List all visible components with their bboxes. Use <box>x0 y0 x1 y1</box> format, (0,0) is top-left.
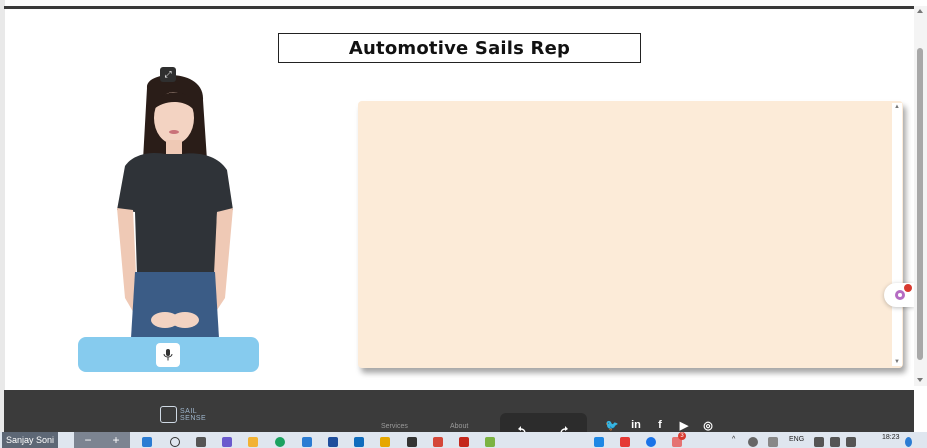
battery-icon[interactable] <box>846 437 856 447</box>
scroll-up-arrow-icon[interactable] <box>917 9 923 13</box>
microphone-icon <box>163 349 173 361</box>
tray-mic-icon[interactable] <box>768 437 778 447</box>
chat-panel[interactable] <box>358 101 903 368</box>
zoom-controls: − + <box>74 432 130 448</box>
app-icon-9[interactable]: 3 <box>672 432 686 447</box>
avatar-icon <box>117 75 233 338</box>
instagram-icon[interactable]: ◎ <box>701 418 715 432</box>
scroll-thumb[interactable] <box>917 48 923 360</box>
app-icon-4[interactable] <box>380 437 390 447</box>
network-icon[interactable] <box>814 437 824 447</box>
page-scrollbar[interactable] <box>914 6 927 386</box>
app-icon-7[interactable] <box>594 437 604 447</box>
file-explorer-icon[interactable] <box>248 437 258 447</box>
clock[interactable]: 18:23 <box>882 434 900 441</box>
app-icon-1[interactable] <box>222 437 232 447</box>
language-indicator[interactable]: ENG <box>789 436 804 443</box>
scroll-down-arrow-icon[interactable] <box>917 378 923 382</box>
floating-help-button[interactable] <box>884 283 914 307</box>
start-icon[interactable] <box>142 437 152 447</box>
task-view-icon[interactable] <box>196 437 206 447</box>
volume-icon[interactable] <box>830 437 840 447</box>
store-icon[interactable] <box>302 437 312 447</box>
footer-logo[interactable]: SAIL SENSE <box>160 406 206 423</box>
app-icon-5[interactable] <box>407 437 417 447</box>
youtube-icon[interactable]: ▶ <box>677 418 691 432</box>
twitter-icon[interactable]: 🐦 <box>605 418 619 432</box>
cloud-icon[interactable] <box>748 437 758 447</box>
app-icon-2[interactable] <box>328 437 338 447</box>
logo-line1: SAIL <box>180 407 198 415</box>
window-edge <box>0 0 5 448</box>
app-window: Automotive Sails Rep ⤢ ▲ ▼ SAIL SENSE Se… <box>0 0 927 448</box>
pdf-icon[interactable] <box>459 437 469 447</box>
microphone-button[interactable] <box>156 343 180 367</box>
app-icon-3[interactable] <box>354 437 364 447</box>
logo-mark-icon <box>160 406 177 423</box>
gmail-icon[interactable] <box>433 437 443 447</box>
avatar <box>95 70 245 340</box>
facebook-icon[interactable]: f <box>653 418 667 432</box>
scroll-down-icon[interactable]: ▼ <box>894 359 900 365</box>
footer-link-services[interactable]: Services <box>381 423 408 430</box>
app-icon-6[interactable] <box>485 437 495 447</box>
chat-scrollbar[interactable]: ▲ ▼ <box>892 103 902 366</box>
notification-center-icon[interactable] <box>905 437 912 447</box>
footer-link-about[interactable]: About <box>450 423 468 430</box>
page-title: Automotive Sails Rep <box>348 37 571 59</box>
scroll-up-icon[interactable]: ▲ <box>894 104 900 110</box>
notification-badge <box>904 284 912 292</box>
app-icon-8[interactable] <box>620 437 630 447</box>
header-divider <box>4 6 914 9</box>
tray-chevron-icon[interactable]: ^ <box>732 436 735 443</box>
page-title-box: Automotive Sails Rep <box>278 33 641 63</box>
browser-icon[interactable] <box>275 437 285 447</box>
chrome-icon[interactable] <box>646 437 656 447</box>
logo-line2: SENSE <box>180 414 207 422</box>
zoom-in-button[interactable]: + <box>112 433 119 447</box>
app-badge: 3 <box>678 432 686 440</box>
expand-icon[interactable]: ⤢ <box>160 67 176 82</box>
zoom-out-button[interactable]: − <box>84 433 91 447</box>
linkedin-icon[interactable]: in <box>629 418 643 432</box>
user-label[interactable]: Sanjay Soni <box>2 432 59 448</box>
search-icon[interactable] <box>170 437 180 447</box>
